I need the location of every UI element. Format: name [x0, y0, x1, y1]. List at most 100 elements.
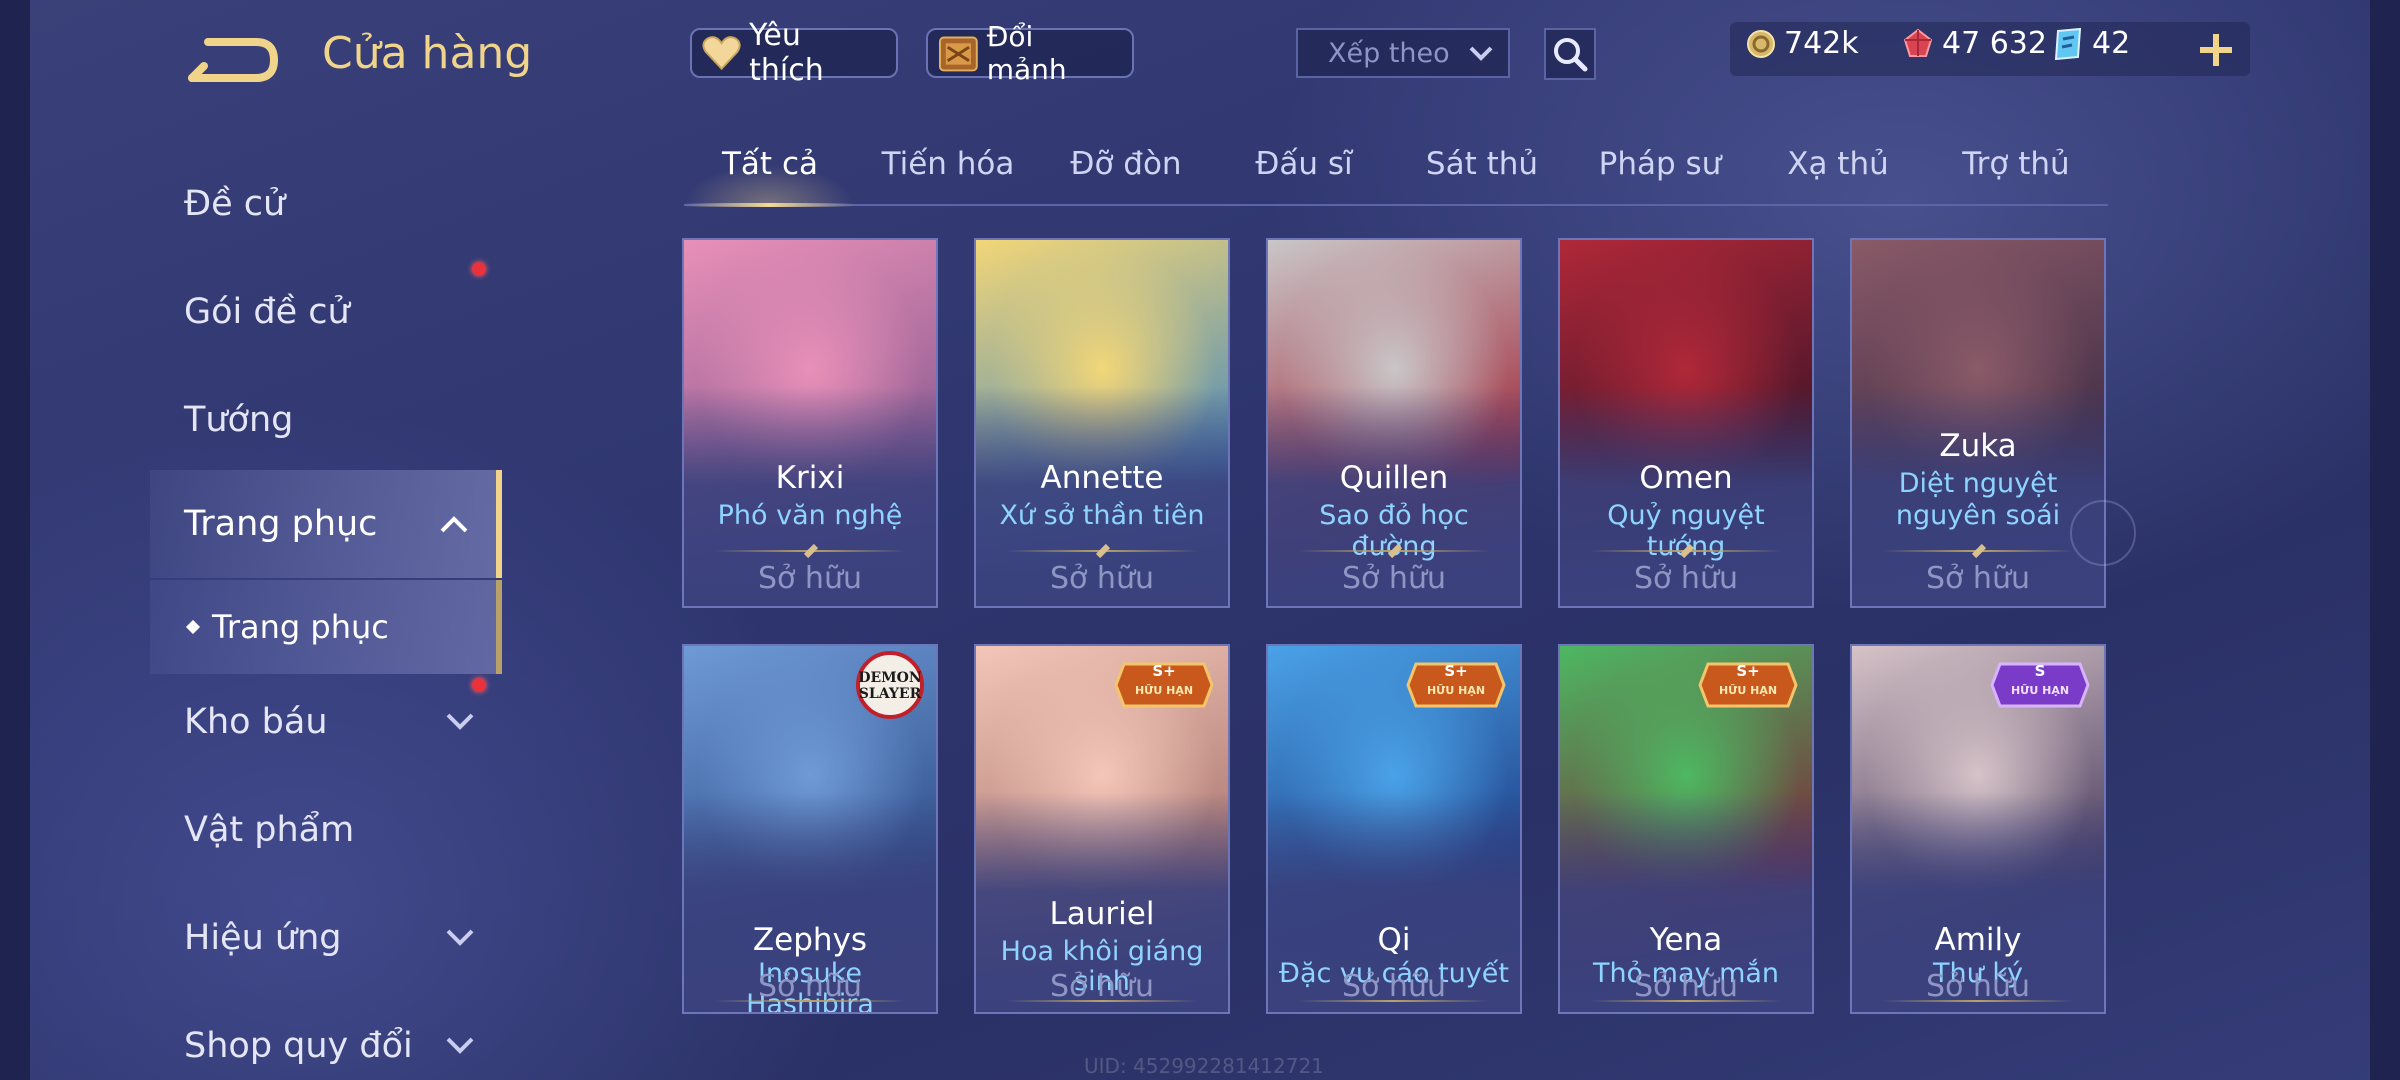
svg-text:SLAYER: SLAYER	[859, 686, 922, 702]
sidebar-item-exchange-shop[interactable]: Shop quy đổi	[150, 992, 502, 1080]
sidebar-item-label: Trang phục	[184, 504, 378, 544]
tab-evolution[interactable]: Tiến hóa	[858, 146, 1038, 182]
badge-text: HỮU HẠN	[1134, 684, 1194, 697]
search-icon	[1554, 38, 1588, 72]
skin-card-zuka[interactable]: Zuka Diệt nguyệt nguyên soái Sở hữu	[1850, 238, 2106, 608]
sidebar-item-featured-bundles[interactable]: Gói đề cử	[150, 258, 502, 366]
voucher-amount: 42	[2092, 26, 2131, 61]
plus-icon[interactable]	[2196, 30, 2236, 70]
hero-name: Annette	[1040, 460, 1164, 496]
hero-name: Quillen	[1339, 460, 1449, 496]
shard-exchange-label: Đổi mảnh	[986, 20, 1067, 86]
sidebar-subitem-label: Trang phục	[212, 608, 389, 646]
svg-text:DEMON: DEMON	[858, 670, 922, 686]
limited-badge: S+ HỮU HẠN	[1406, 660, 1506, 710]
chevron-down-icon	[446, 929, 474, 946]
skin-card-qi[interactable]: S+ HỮU HẠN Qi Đặc vụ cáo tuyết Sở hữu	[1266, 644, 1522, 1014]
screen-edge-right	[2370, 0, 2400, 1080]
badge-rank: S	[2034, 662, 2046, 680]
skin-card-yena[interactable]: S+ HỮU HẠN Yena Thỏ may mắn Sở hữu	[1558, 644, 1814, 1014]
badge-rank: S+	[1736, 662, 1760, 680]
chevron-up-icon	[440, 516, 468, 533]
sort-label: Xếp theo	[1328, 37, 1450, 69]
hero-name: Zuka	[1939, 428, 2017, 464]
hero-name: Krixi	[775, 460, 845, 496]
sidebar-item-label: Gói đề cử	[184, 292, 350, 332]
chevron-down-icon	[1469, 46, 1493, 61]
owned-status: Sở hữu	[758, 969, 862, 1004]
voucher-currency: 42	[2052, 26, 2130, 61]
shard-exchange-button[interactable]: Đổi mảnh	[926, 20, 1134, 86]
owned-status: Sở hữu	[1634, 969, 1738, 1004]
owned-status: Sở hữu	[1634, 561, 1738, 596]
hero-name: Yena	[1649, 922, 1723, 958]
badge-text: HỮU HẠN	[1718, 684, 1778, 697]
voucher-icon	[2054, 27, 2082, 60]
gold-currency: 742k	[1746, 26, 1859, 61]
sidebar-item-featured[interactable]: Đề cử	[150, 150, 502, 258]
notification-dot	[472, 678, 486, 692]
badge-rank: S+	[1152, 662, 1176, 680]
limited-badge: S+ HỮU HẠN	[1698, 660, 1798, 710]
skin-name: Phó văn nghệ	[717, 500, 903, 531]
skin-card-annette[interactable]: Annette Xứ sở thần tiên Sở hữu	[974, 238, 1230, 608]
page-title: Cửa hàng	[322, 28, 533, 79]
sidebar-item-heroes[interactable]: Tướng	[150, 366, 502, 474]
ruby-gem-icon	[1903, 28, 1933, 57]
sidebar-item-items[interactable]: Vật phẩm	[150, 776, 502, 884]
owned-status: Sở hữu	[1926, 561, 2030, 596]
skin-card-zephys[interactable]: DEMON SLAYER Zephys Inosuke Hashibira Sở…	[682, 644, 938, 1014]
sidebar: Đề cử Gói đề cử Tướng Trang phục Trang p…	[150, 150, 502, 1080]
active-tab-indicator	[684, 203, 854, 207]
skin-card-amily[interactable]: S HỮU HẠN Amily Thư ký Sở hữu	[1850, 644, 2106, 1014]
sidebar-item-label: Vật phẩm	[184, 810, 355, 850]
screen-edge-left	[0, 0, 30, 1080]
tab-tank[interactable]: Đỡ đòn	[1036, 146, 1216, 182]
badge-text: HỮU HẠN	[1426, 684, 1486, 697]
favorites-button[interactable]: Yêu thích	[690, 18, 898, 88]
owned-status: Sở hữu	[1342, 561, 1446, 596]
ruby-amount: 47 632	[1942, 26, 2047, 61]
chest-icon	[938, 36, 978, 72]
floating-orb	[2070, 500, 2136, 566]
skin-card-quillen[interactable]: Quillen Sao đỏ học đường Sở hữu	[1266, 238, 1522, 608]
sort-dropdown[interactable]: Xếp theo	[1296, 28, 1510, 78]
sidebar-item-label: Shop quy đổi	[184, 1026, 413, 1066]
skin-card-krixi[interactable]: Krixi Phó văn nghệ Sở hữu	[682, 238, 938, 608]
owned-status: Sở hữu	[1926, 969, 2030, 1004]
diamond-bullet-icon	[185, 619, 201, 635]
tab-assassin[interactable]: Sát thủ	[1392, 146, 1572, 182]
sidebar-item-label: Tướng	[184, 400, 294, 440]
sidebar-item-skins[interactable]: Trang phục	[150, 470, 502, 578]
sidebar-item-label: Đề cử	[184, 184, 286, 224]
tab-mage[interactable]: Pháp sư	[1570, 146, 1750, 182]
user-id: UID: 452992281412721	[1084, 1054, 1324, 1078]
sidebar-item-treasure[interactable]: Kho báu	[150, 668, 502, 776]
skin-name: Xứ sở thần tiên	[999, 500, 1205, 531]
owned-status: Sở hữu	[1342, 969, 1446, 1004]
chevron-down-icon	[446, 1037, 474, 1054]
sidebar-subitem-skins[interactable]: Trang phục	[150, 580, 502, 674]
favorites-label: Yêu thích	[749, 18, 824, 88]
owned-status: Sở hữu	[1050, 561, 1154, 596]
badge-rank: S+	[1444, 662, 1468, 680]
skin-card-lauriel[interactable]: S+ HỮU HẠN Lauriel Hoa khôi giáng sinh S…	[974, 644, 1230, 1014]
skin-name-line1: Hoa khôi giáng	[1000, 936, 1204, 967]
sidebar-item-effects[interactable]: Hiệu ứng	[150, 884, 502, 992]
hero-name: Omen	[1639, 460, 1733, 496]
search-button[interactable]	[1544, 28, 1596, 80]
hero-name: Qi	[1377, 922, 1411, 958]
gold-coin-icon	[1747, 29, 1775, 58]
tab-all[interactable]: Tất cả	[680, 146, 860, 182]
badge-text: HỮU HẠN	[2010, 684, 2070, 697]
chevron-down-icon	[446, 713, 474, 730]
limited-badge: S+ HỮU HẠN	[1114, 660, 1214, 710]
tab-fighter[interactable]: Đấu sĩ	[1214, 146, 1394, 182]
limited-badge: S HỮU HẠN	[1990, 660, 2090, 710]
skin-card-omen[interactable]: Omen Quỷ nguyệt tướng Sở hữu	[1558, 238, 1814, 608]
tab-support[interactable]: Trợ thủ	[1926, 146, 2106, 182]
notification-dot	[472, 262, 486, 276]
hero-name: Zephys	[752, 922, 868, 958]
tab-marksman[interactable]: Xạ thủ	[1748, 146, 1928, 182]
back-arrow-icon[interactable]	[186, 34, 278, 86]
